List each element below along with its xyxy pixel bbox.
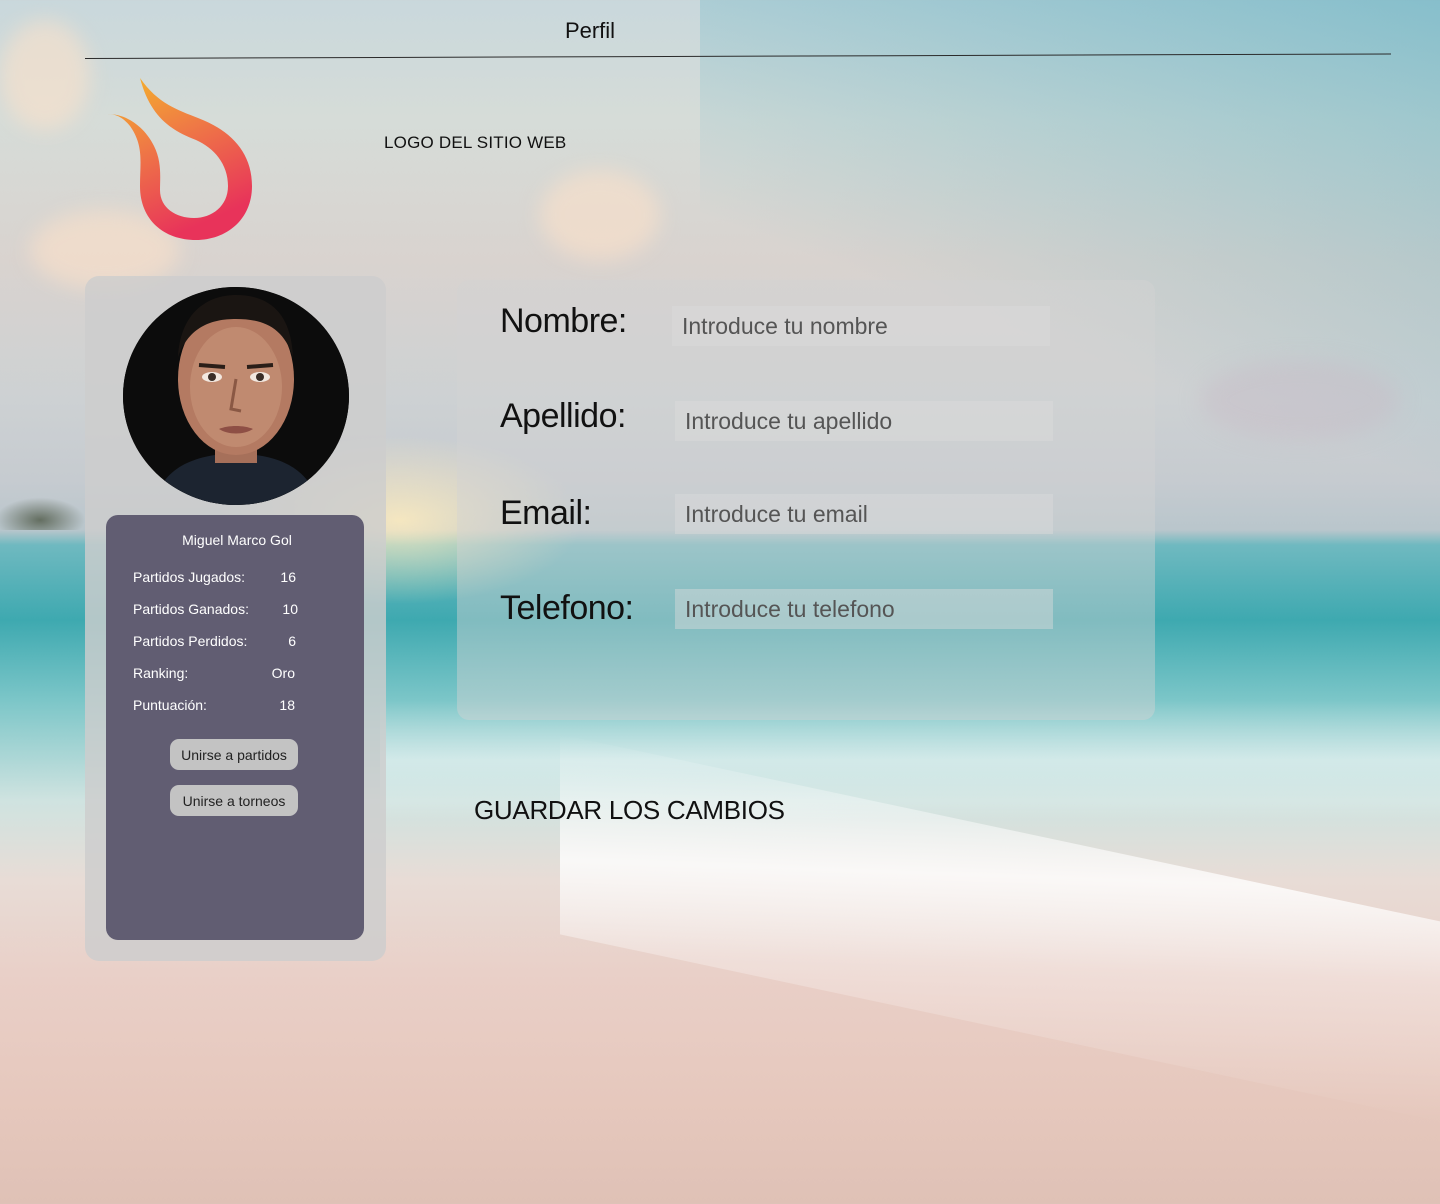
profile-form: Nombre: Apellido: Email: Telefono:	[457, 280, 1155, 720]
background-cloud	[1200, 360, 1400, 440]
background-foam	[560, 734, 1440, 1126]
profile-card: Miguel Marco Gol Partidos Jugados: 16 Pa…	[85, 276, 386, 961]
background-cloud	[540, 170, 660, 260]
stat-row: Partidos Jugados: 16	[133, 569, 296, 587]
stat-value: Oro	[271, 665, 295, 681]
name-label: Nombre:	[500, 302, 627, 340]
background-cloud	[0, 20, 90, 130]
phone-input[interactable]	[675, 589, 1053, 629]
join-matches-button[interactable]: Unirse a partidos	[170, 739, 298, 770]
stat-value: 16	[280, 569, 296, 585]
stat-row: Partidos Ganados: 10	[133, 601, 298, 619]
stat-label: Puntuación:	[133, 697, 207, 713]
email-input[interactable]	[675, 494, 1053, 534]
player-name: Miguel Marco Gol	[182, 532, 292, 548]
stat-label: Ranking:	[133, 665, 189, 681]
save-changes-button[interactable]: GUARDAR LOS CAMBIOS	[474, 795, 785, 826]
stat-row: Puntuación: 18	[133, 697, 295, 715]
stat-row: Ranking: Oro	[133, 665, 295, 683]
page-title: Perfil	[564, 18, 616, 43]
email-label: Email:	[500, 494, 592, 532]
stats-panel: Miguel Marco Gol Partidos Jugados: 16 Pa…	[106, 515, 364, 940]
logo-caption: LOGO DEL SITIO WEB	[384, 133, 567, 152]
stat-value: 6	[288, 633, 296, 649]
surname-input[interactable]	[675, 401, 1053, 441]
user-avatar[interactable]	[123, 287, 349, 505]
stat-value: 10	[282, 601, 298, 617]
name-input[interactable]	[672, 306, 1050, 346]
stat-label: Partidos Jugados:	[133, 569, 246, 585]
stat-row: Partidos Perdidos: 6	[133, 633, 296, 651]
phone-label: Telefono:	[500, 589, 634, 627]
stat-label: Partidos Perdidos:	[133, 633, 248, 649]
background-trees	[0, 480, 85, 530]
join-tournaments-button[interactable]: Unirse a torneos	[170, 785, 298, 816]
stat-value: 18	[279, 697, 295, 713]
flame-logo-icon[interactable]	[100, 74, 260, 244]
surname-label: Apellido:	[500, 397, 626, 435]
stat-label: Partidos Ganados:	[133, 601, 249, 617]
header-divider	[84, 53, 1391, 59]
